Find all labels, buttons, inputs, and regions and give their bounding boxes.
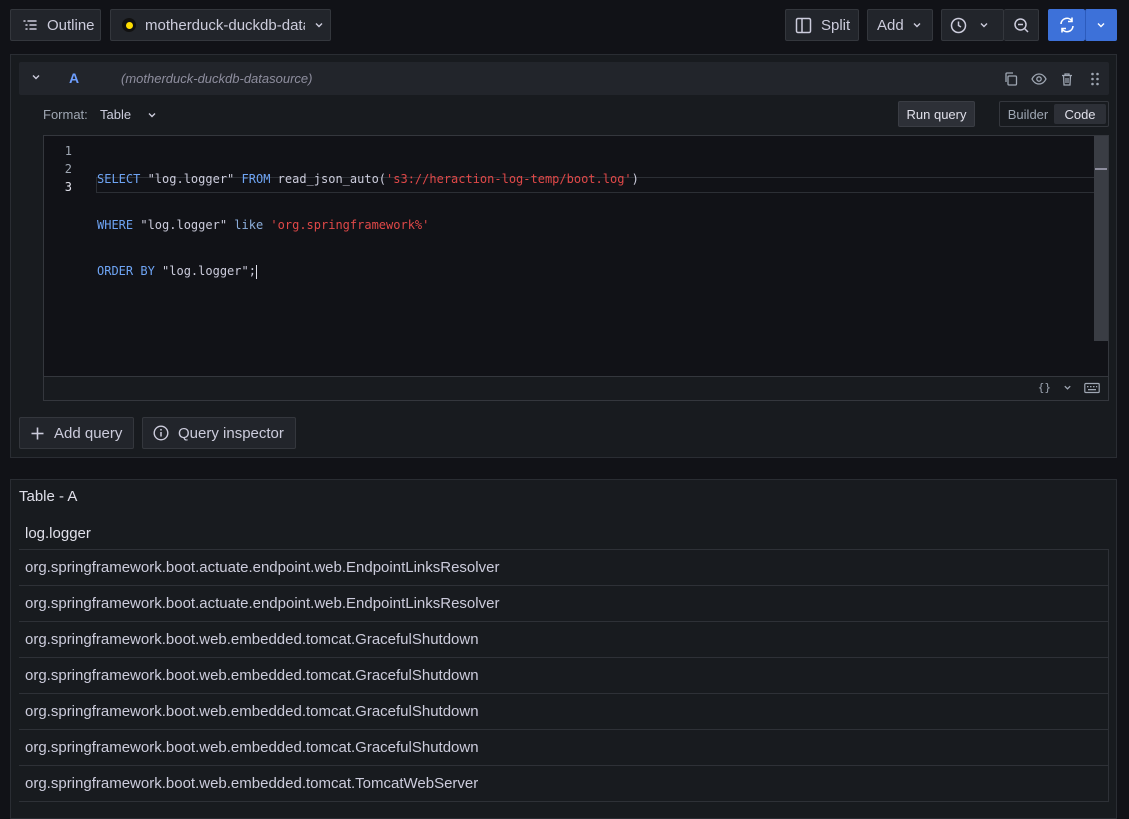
info-circle-icon [153, 425, 169, 441]
code-line: ORDER BY "log.logger"; [97, 262, 639, 280]
table-row[interactable]: org.springframework.boot.web.embedded.to… [19, 766, 1109, 802]
sql-text: "log.logger" [133, 218, 235, 232]
clock-icon [950, 17, 967, 33]
table-row[interactable]: org.springframework.boot.web.embedded.to… [19, 730, 1109, 766]
refresh-interval-dropdown[interactable] [1085, 9, 1117, 41]
format-code-icon[interactable]: {} [1038, 381, 1051, 394]
chevron-down-icon [148, 112, 156, 117]
column-header[interactable]: log.logger [25, 525, 91, 542]
table-row[interactable]: org.springframework.boot.web.embedded.to… [19, 694, 1109, 730]
sql-text: "log.logger" [140, 172, 242, 186]
datasource-name: motherduck-duckdb-datasource [145, 16, 305, 34]
sql-keyword: ORDER BY [97, 264, 155, 278]
chevron-down-icon [980, 23, 988, 28]
collapse-chevron-icon[interactable] [31, 72, 41, 82]
chevron-down-icon [315, 23, 323, 28]
outline-label: Outline [47, 16, 95, 34]
sql-keyword: FROM [241, 172, 271, 186]
line-number: 3 [64, 180, 72, 194]
query-ref-id[interactable]: A [69, 70, 79, 86]
trash-icon [1062, 72, 1072, 86]
refresh-icon [1059, 17, 1074, 33]
duckdb-logo-icon [122, 18, 136, 32]
table-row[interactable]: org.springframework.boot.actuate.endpoin… [19, 550, 1109, 586]
refresh-button[interactable] [1048, 9, 1085, 41]
editor-footer: {} [44, 376, 1108, 400]
zoom-out-button[interactable] [1004, 9, 1039, 41]
list-icon [23, 20, 37, 30]
query-datasource-ref: (motherduck-duckdb-datasource) [121, 71, 313, 86]
sql-operator: like [234, 218, 264, 232]
split-button[interactable]: Split [785, 9, 859, 41]
code-line: SELECT "log.logger" FROM read_json_auto(… [97, 170, 639, 188]
query-inspector-button[interactable]: Query inspector [142, 417, 296, 449]
line-number: 1 [64, 144, 72, 158]
format-select[interactable]: Table [100, 107, 157, 122]
drag-dots-icon [1091, 72, 1099, 85]
chevron-down-icon [913, 23, 921, 28]
format-value: Table [100, 107, 132, 122]
table-row[interactable]: org.springframework.boot.web.embedded.to… [19, 622, 1109, 658]
query-inspector-label: Query inspector [178, 424, 284, 442]
copy-icon [1005, 71, 1018, 86]
duplicate-query-button[interactable] [997, 71, 1025, 86]
query-editor-panel: A (motherduck-duckdb-datasource) Format:… [10, 54, 1117, 458]
table-header[interactable]: log.logger [19, 518, 1109, 550]
sql-keyword: WHERE [97, 218, 134, 232]
eye-icon [1031, 72, 1047, 85]
sql-string: 'org.springframework%' [270, 218, 430, 232]
add-query-button[interactable]: Add query [19, 417, 134, 449]
drag-handle[interactable] [1081, 72, 1109, 86]
split-label: Split [821, 16, 851, 34]
datasource-picker[interactable]: motherduck-duckdb-datasource [110, 9, 331, 41]
table-row[interactable]: org.springframework.boot.web.embedded.to… [19, 658, 1109, 694]
remove-query-button[interactable] [1053, 72, 1081, 86]
add-button[interactable]: Add [867, 9, 933, 41]
editor-scrollbar[interactable] [1094, 136, 1108, 341]
split-icon [795, 17, 812, 33]
text-caret [255, 264, 257, 279]
mode-builder-option[interactable]: Builder [1002, 104, 1054, 124]
sql-string: 's3://heraction-log-temp/boot.log' [386, 172, 632, 186]
sql-code[interactable]: SELECT "log.logger" FROM read_json_auto(… [97, 142, 639, 308]
sql-text: "log.logger"; [154, 264, 256, 278]
run-query-button[interactable]: Run query [898, 101, 975, 127]
format-label: Format: [43, 107, 88, 122]
scrollbar-position-marker [1095, 168, 1107, 170]
sql-keyword: SELECT [97, 172, 141, 186]
line-number-gutter: 1 2 3 [44, 142, 84, 196]
keyboard-icon[interactable] [1084, 382, 1100, 394]
top-toolbar: Outline motherduck-duckdb-datasource Spl… [0, 0, 1129, 50]
plus-icon [31, 427, 44, 439]
line-number: 2 [64, 162, 72, 176]
chevron-down-icon [1097, 23, 1105, 28]
outline-button[interactable]: Outline [10, 9, 101, 41]
results-table-panel: Table - A log.logger org.springframework… [10, 479, 1117, 819]
query-row-header: A (motherduck-duckdb-datasource) [19, 62, 1109, 95]
add-query-label: Add query [54, 424, 123, 442]
chevron-down-icon[interactable] [1063, 383, 1072, 392]
hide-query-button[interactable] [1025, 72, 1053, 86]
zoom-out-icon [1013, 17, 1029, 33]
sql-text: ) [631, 172, 639, 186]
time-picker-button[interactable] [941, 9, 1004, 41]
add-label: Add [877, 16, 904, 34]
table-body: org.springframework.boot.actuate.endpoin… [19, 550, 1109, 802]
code-line: WHERE "log.logger" like 'org.springframe… [97, 216, 639, 234]
mode-code-option[interactable]: Code [1054, 104, 1106, 124]
table-title: Table - A [19, 488, 78, 505]
table-row[interactable]: org.springframework.boot.actuate.endpoin… [19, 586, 1109, 622]
editor-mode-toggle: Builder Code [999, 101, 1109, 127]
sql-code-editor[interactable]: 1 2 3 SELECT "log.logger" FROM read_json… [43, 135, 1109, 401]
sql-text: read_json_auto( [270, 172, 387, 186]
